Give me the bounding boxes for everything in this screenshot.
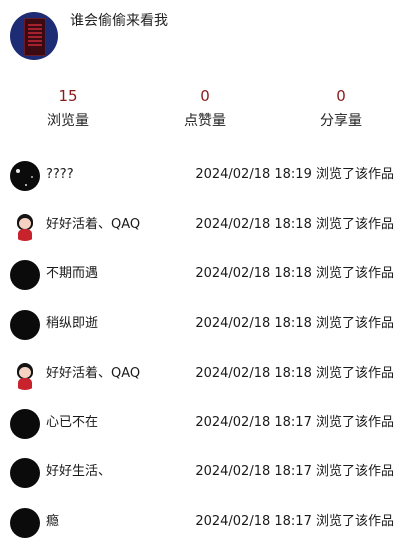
dark-avatar-icon[interactable]	[10, 508, 40, 538]
visit-time: 2024/02/18 18:18	[195, 217, 312, 232]
likes-count: 0	[200, 87, 210, 105]
poster-avatar-icon[interactable]	[10, 12, 58, 60]
visit-info: 2024/02/18 18:18 浏览了该作品	[195, 315, 394, 333]
stat-likes: 0 点赞量	[160, 86, 250, 131]
visitor-name: ????	[46, 167, 74, 182]
list-item[interactable]: ???? 2024/02/18 18:19 浏览了该作品	[0, 150, 400, 199]
dark-starry-avatar-icon[interactable]	[10, 161, 40, 191]
views-label: 浏览量	[47, 113, 89, 129]
visit-action: 浏览了该作品	[315, 316, 394, 331]
visit-action: 浏览了该作品	[315, 415, 394, 430]
visit-time: 2024/02/18 18:17	[195, 464, 312, 479]
stats-bar: 15 浏览量 0 点赞量 0 分享量	[0, 86, 400, 136]
visitor-name: 好好生活、	[46, 464, 112, 479]
visit-action: 浏览了该作品	[315, 217, 394, 232]
visitor-name: 好好活着、QAQ	[46, 217, 141, 232]
visit-info: 2024/02/18 18:18 浏览了该作品	[195, 265, 394, 283]
visit-time: 2024/02/18 18:18	[195, 316, 312, 331]
list-item[interactable]: 好好活着、QAQ 2024/02/18 18:18 浏览了该作品	[0, 349, 400, 398]
header: 谁会偷偷来看我	[0, 0, 400, 70]
stat-shares: 0 分享量	[296, 86, 386, 131]
visit-info: 2024/02/18 18:18 浏览了该作品	[195, 216, 394, 234]
shares-count: 0	[336, 87, 346, 105]
stat-views: 15 浏览量	[23, 86, 113, 131]
visit-action: 浏览了该作品	[315, 514, 394, 529]
visit-time: 2024/02/18 18:18	[195, 366, 312, 381]
shares-label: 分享量	[320, 113, 362, 129]
dark-avatar-icon[interactable]	[10, 458, 40, 488]
visitor-name: 心已不在	[46, 415, 99, 430]
list-item[interactable]: 心已不在 2024/02/18 18:17 浏览了该作品	[0, 398, 400, 447]
visit-action: 浏览了该作品	[315, 366, 394, 381]
dark-avatar-icon[interactable]	[10, 310, 40, 340]
cartoon-girl-avatar-icon[interactable]	[10, 360, 40, 390]
likes-label: 点赞量	[184, 113, 226, 129]
visitor-name: 稍纵即逝	[46, 316, 99, 331]
visit-time: 2024/02/18 18:18	[195, 266, 312, 281]
list-item[interactable]: 好好活着、QAQ 2024/02/18 18:18 浏览了该作品	[0, 200, 400, 249]
visit-info: 2024/02/18 18:17 浏览了该作品	[195, 414, 394, 432]
visit-time: 2024/02/18 18:17	[195, 415, 312, 430]
visitor-name: 好好活着、QAQ	[46, 366, 141, 381]
visit-action: 浏览了该作品	[315, 167, 394, 182]
visit-time: 2024/02/18 18:17	[195, 514, 312, 529]
visitor-name: 瘾	[46, 514, 60, 529]
dark-avatar-icon[interactable]	[10, 409, 40, 439]
list-item[interactable]: 瘾 2024/02/18 18:17 浏览了该作品	[0, 497, 400, 546]
list-item[interactable]: 稍纵即逝 2024/02/18 18:18 浏览了该作品	[0, 299, 400, 348]
visit-info: 2024/02/18 18:18 浏览了该作品	[195, 365, 394, 383]
list-item[interactable]: 好好生活、 2024/02/18 18:17 浏览了该作品	[0, 447, 400, 496]
views-count: 15	[58, 87, 78, 105]
visit-action: 浏览了该作品	[315, 464, 394, 479]
page-title: 谁会偷偷来看我	[70, 13, 168, 29]
dark-avatar-icon[interactable]	[10, 260, 40, 290]
visit-info: 2024/02/18 18:17 浏览了该作品	[195, 513, 394, 531]
visit-info: 2024/02/18 18:17 浏览了该作品	[195, 463, 394, 481]
visit-time: 2024/02/18 18:19	[195, 167, 312, 182]
list-item[interactable]: 不期而遇 2024/02/18 18:18 浏览了该作品	[0, 249, 400, 298]
visitor-name: 不期而遇	[46, 266, 99, 281]
visit-info: 2024/02/18 18:19 浏览了该作品	[195, 166, 394, 184]
cartoon-girl-avatar-icon[interactable]	[10, 211, 40, 241]
visit-action: 浏览了该作品	[315, 266, 394, 281]
